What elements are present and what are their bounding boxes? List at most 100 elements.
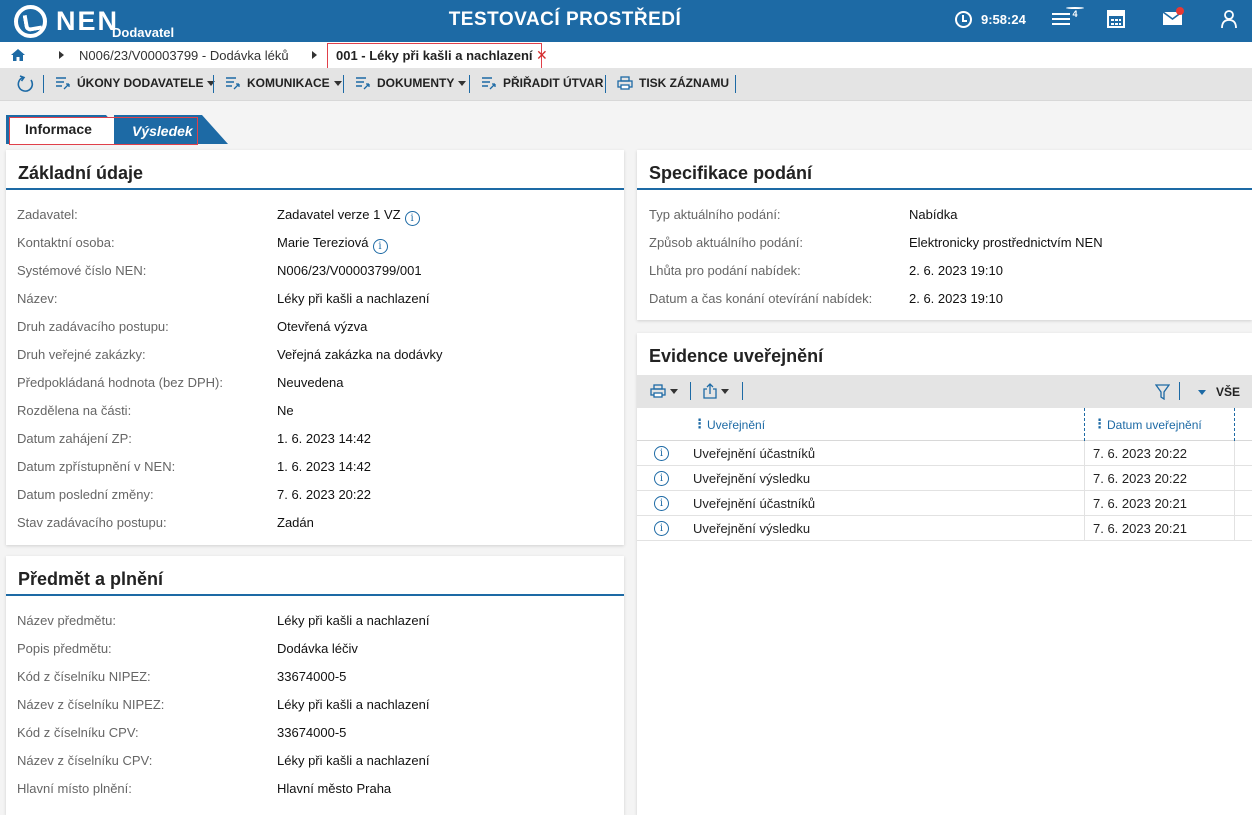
table-row[interactable]: i Uveřejnění výsledku 7. 6. 2023 20:22 (637, 466, 1252, 491)
field-value: Zadavatel verze 1 VZ i (277, 207, 420, 226)
breadcrumb-active-item[interactable]: 001 - Léky při kašli a nachlazení (327, 43, 542, 68)
table-row[interactable]: i Uveřejnění účastníků 7. 6. 2023 20:22 (637, 441, 1252, 466)
column-menu-icon[interactable]: ⋮ (1093, 416, 1106, 432)
field-value-text: 1. 6. 2023 14:42 (277, 431, 371, 446)
column-divider[interactable] (1234, 408, 1235, 441)
column-divider[interactable] (1084, 408, 1085, 441)
table-row[interactable]: i Uveřejnění výsledku 7. 6. 2023 20:21 (637, 516, 1252, 541)
column-menu-icon[interactable]: ⋮ (693, 416, 706, 432)
action-toolbar: ÚKONY DODAVATELE KOMUNIKACE DOKUMENTY PŘ… (0, 68, 1252, 101)
field-label: Datum zpřístupnění v NEN: (17, 459, 176, 474)
menu-button[interactable]: 4 (1050, 7, 1084, 30)
ukony-dodavatele-menu[interactable]: ÚKONY DODAVATELE (55, 76, 216, 90)
zakladni-udaje-panel: Základní údaje Zadavatel: Zadavatel verze… (6, 150, 624, 545)
row-date: 7. 6. 2023 20:21 (1093, 521, 1187, 536)
info-icon[interactable]: i (404, 211, 420, 226)
field-label: Zadavatel: (17, 207, 78, 222)
field-label: Název z číselníku NIPEZ: (17, 697, 165, 712)
field-value-text: Neuvedena (277, 375, 344, 390)
evidence-toolbar: VŠE (637, 375, 1252, 408)
column-divider (1234, 491, 1235, 516)
field-label: Název z číselníku CPV: (17, 753, 153, 768)
row-date: 7. 6. 2023 20:21 (1093, 496, 1187, 511)
clock-icon (955, 11, 972, 28)
field-value-text: Léky při kašli a nachlazení (277, 291, 430, 306)
field-value-text: Elektronicky prostřednictvím NEN (909, 235, 1103, 250)
table-row[interactable]: i Uveřejnění účastníků 7. 6. 2023 20:21 (637, 491, 1252, 516)
priradit-utvar-button[interactable]: PŘIŘADIT ÚTVAR (481, 76, 603, 90)
refresh-icon (17, 75, 34, 92)
close-icon[interactable]: ✕ (536, 47, 548, 64)
info-icon[interactable]: i (372, 239, 388, 254)
field-value-text: Nabídka (909, 207, 958, 222)
filter-select[interactable]: VŠE (1194, 385, 1240, 399)
panel-title: Specifikace podání (649, 163, 813, 183)
calculator-button[interactable] (1107, 10, 1129, 30)
calculator-icon (1107, 10, 1125, 28)
export-menu-button[interactable] (703, 383, 729, 399)
filter-icon[interactable] (1155, 384, 1170, 400)
toolbar-separator (735, 75, 736, 93)
column-divider (1084, 516, 1085, 541)
field-value: N006/23/V00003799/001 (277, 263, 422, 278)
field-value-text: Léky při kašli a nachlazení (277, 613, 430, 628)
info-icon[interactable]: i (654, 521, 669, 536)
field-value-text: 2. 6. 2023 19:10 (909, 263, 1003, 278)
toolbar-separator (469, 75, 470, 93)
field-label: Datum poslední změny: (17, 487, 154, 502)
chevron-right-icon (59, 51, 64, 59)
field-value-text: Dodávka léčiv (277, 641, 358, 656)
komunikace-menu[interactable]: KOMUNIKACE (225, 76, 342, 90)
tab-informace[interactable]: Informace (9, 117, 115, 145)
field-value: 33674000-5 (277, 669, 346, 684)
field-value: Dodávka léčiv (277, 641, 358, 656)
panel-title: Předmět a plnění (18, 569, 164, 589)
info-icon[interactable]: i (654, 496, 669, 511)
priradit-utvar-label: PŘIŘADIT ÚTVAR (503, 76, 604, 90)
dokumenty-menu[interactable]: DOKUMENTY (355, 76, 467, 90)
toolbar-separator (343, 75, 344, 93)
field-value-text: Marie Tereziová (277, 235, 369, 250)
field-label: Lhůta pro podání nabídek: (649, 263, 801, 278)
user-button[interactable] (1221, 10, 1243, 30)
actions-icon (226, 77, 240, 90)
column-header-datum[interactable]: Datum uveřejnění (1107, 418, 1202, 432)
tab-vysledek[interactable]: Výsledek (114, 117, 198, 145)
info-icon[interactable]: i (654, 446, 669, 461)
actions-icon (56, 77, 70, 90)
field-value-text: Veřejná zakázka na dodávky (277, 347, 443, 362)
field-value: 33674000-5 (277, 725, 346, 740)
toolbar-separator (213, 75, 214, 93)
field-label: Kód z číselníku CPV: (17, 725, 139, 740)
row-date: 7. 6. 2023 20:22 (1093, 471, 1187, 486)
print-menu-button[interactable] (650, 384, 678, 398)
field-value: 2. 6. 2023 19:10 (909, 263, 1003, 278)
chevron-down-icon (721, 388, 729, 394)
field-value: Elektronicky prostřednictvím NEN (909, 235, 1103, 250)
column-header-uverejneni[interactable]: Uveřejnění (707, 418, 765, 432)
column-divider (1084, 441, 1085, 466)
tab-strip: Informace Výsledek (0, 101, 1252, 145)
field-label: Datum a čas konání otevírání nabídek: (649, 291, 873, 306)
row-name: Uveřejnění účastníků (693, 446, 816, 461)
toolbar-separator (43, 75, 44, 93)
field-label: Druh zadávacího postupu: (17, 319, 169, 334)
field-label: Název: (17, 291, 58, 306)
field-value-text: N006/23/V00003799/001 (277, 263, 422, 278)
field-label: Způsob aktuálního podání: (649, 235, 803, 250)
field-value: 7. 6. 2023 20:22 (277, 487, 371, 502)
messages-button[interactable] (1162, 7, 1185, 30)
toolbar-separator (605, 75, 606, 93)
chevron-down-icon (670, 388, 678, 394)
field-label: Předpokládaná hodnota (bez DPH): (17, 375, 223, 390)
tisk-zaznamu-button[interactable]: TISK ZÁZNAMU (617, 76, 729, 90)
info-icon[interactable]: i (654, 471, 669, 486)
field-label: Popis předmětu: (17, 641, 112, 656)
refresh-button[interactable] (17, 75, 35, 93)
filter-all-label: VŠE (1216, 385, 1241, 399)
field-value: Ne (277, 403, 294, 418)
field-value-text: Léky při kašli a nachlazení (277, 697, 430, 712)
breadcrumb-item[interactable]: N006/23/V00003799 - Dodávka léků (79, 48, 289, 63)
home-icon[interactable] (11, 49, 25, 61)
toolbar-separator (690, 382, 691, 400)
